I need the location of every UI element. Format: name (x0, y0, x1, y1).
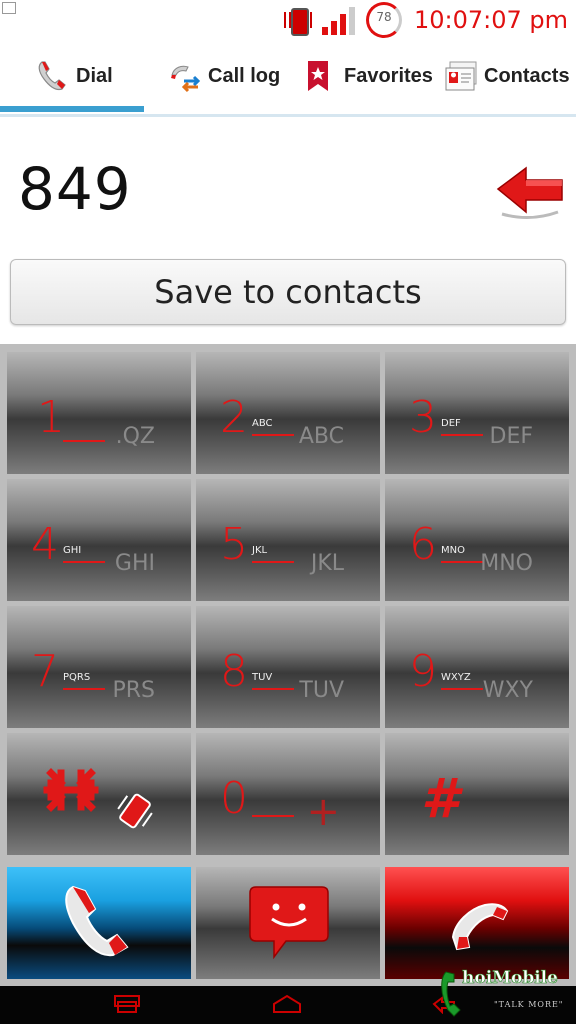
key-digit: # (421, 767, 459, 830)
watermark-logo: hoiMobile "TALK MORE" (440, 966, 576, 1024)
tab-contacts-label: Contacts (484, 64, 570, 87)
notification-icon (2, 2, 16, 14)
watermark-text: hoiMobile (462, 968, 559, 989)
dial-keypad: 1 .QZ 2 ABC ABC 3 DEF DEF 4 GHI GHI 5 JK… (0, 344, 576, 986)
key-letters: TUV (299, 678, 344, 703)
key-star[interactable] (7, 733, 191, 855)
key-underline (441, 561, 483, 563)
key-5[interactable]: 5 JKL JKL (196, 479, 380, 601)
contacts-card-icon (444, 59, 478, 93)
key-letters: DEF (489, 424, 534, 449)
key-letters: PRS (112, 678, 155, 703)
tab-favorites-label: Favorites (344, 64, 433, 87)
key-underline (441, 434, 483, 436)
key-digit: 7 (31, 646, 59, 697)
key-underline (252, 688, 294, 690)
key-small-letters: JKL (252, 545, 268, 556)
key-1[interactable]: 1 .QZ (7, 352, 191, 474)
tab-dial[interactable]: Dial (36, 38, 113, 114)
key-0[interactable]: 0 + (196, 733, 380, 855)
key-letters: JKL (310, 551, 344, 576)
key-8[interactable]: 8 TUV TUV (196, 606, 380, 728)
key-letters: WXY (482, 678, 533, 703)
star-bookmark-icon (304, 59, 338, 93)
key-small-letters: DEF (441, 418, 461, 429)
key-digit: 1 (37, 392, 65, 443)
key-underline (441, 688, 483, 690)
battery-level: 78 (376, 10, 392, 24)
key-underline (252, 815, 294, 817)
back-arrow-icon (496, 166, 563, 219)
recent-apps-icon[interactable] (112, 994, 142, 1014)
phone-icon (36, 59, 70, 93)
key-underline (63, 688, 105, 690)
key-hash[interactable]: # (385, 733, 569, 855)
call-log-icon (168, 59, 202, 93)
dialed-number[interactable]: 849 (18, 155, 132, 223)
key-9[interactable]: 9 WXYZ WXY (385, 606, 569, 728)
phone-call-icon (65, 885, 129, 957)
tab-dial-label: Dial (76, 64, 113, 87)
key-letters: + (306, 789, 340, 835)
tab-contacts[interactable]: Contacts (444, 38, 570, 114)
hang-up-icon (451, 903, 509, 951)
save-to-contacts-button[interactable]: Save to contacts (10, 259, 566, 325)
call-button[interactable] (7, 867, 191, 979)
key-small-letters: PQRS (63, 672, 91, 683)
backspace-button[interactable] (494, 162, 566, 220)
key-underline (252, 434, 294, 436)
tab-call-log-label: Call log (208, 64, 281, 87)
key-letters: ABC (298, 424, 344, 449)
key-digit: 9 (409, 646, 437, 697)
key-2[interactable]: 2 ABC ABC (196, 352, 380, 474)
key-digit: 6 (409, 519, 437, 570)
key-small-letters: GHI (63, 545, 82, 556)
key-small-letters: WXYZ (441, 672, 471, 683)
end-call-button[interactable] (385, 867, 569, 979)
key-letters: MNO (480, 551, 533, 576)
key-digit: 4 (31, 519, 59, 570)
watermark-subtext: "TALK MORE" (494, 1000, 564, 1009)
tab-call-log[interactable]: Call log (168, 38, 280, 114)
key-small-letters: MNO (441, 545, 465, 556)
key-letters: GHI (114, 551, 155, 576)
battery-icon: 78 (365, 2, 404, 38)
key-3[interactable]: 3 DEF DEF (385, 352, 569, 474)
key-7[interactable]: 7 PQRS PRS (7, 606, 191, 728)
key-digit: 2 (220, 392, 248, 443)
sms-button[interactable] (196, 867, 380, 979)
key-underline (63, 440, 105, 442)
key-digit: 5 (220, 519, 248, 570)
tab-favorites[interactable]: Favorites (304, 38, 433, 114)
key-small-letters: ABC (252, 418, 273, 429)
message-smiley-icon (249, 886, 329, 960)
clock: 10:07:07 pm (413, 6, 568, 34)
key-digit: 3 (409, 392, 437, 443)
watermark-phone-icon (441, 971, 461, 1017)
home-icon[interactable] (272, 994, 302, 1014)
star-silent-icon (43, 768, 153, 829)
key-digit: 8 (220, 646, 248, 697)
status-bar: 78 10:07:07 pm (0, 0, 576, 38)
key-letters: .QZ (115, 424, 155, 449)
signal-icon (321, 5, 356, 35)
key-underline (63, 561, 105, 563)
key-6[interactable]: 6 MNO MNO (385, 479, 569, 601)
key-small-letters: TUV (252, 672, 273, 683)
key-underline (252, 561, 294, 563)
tab-indicator (0, 106, 144, 112)
vibrate-icon (283, 6, 312, 36)
key-digit: 0 (220, 773, 248, 824)
key-4[interactable]: 4 GHI GHI (7, 479, 191, 601)
